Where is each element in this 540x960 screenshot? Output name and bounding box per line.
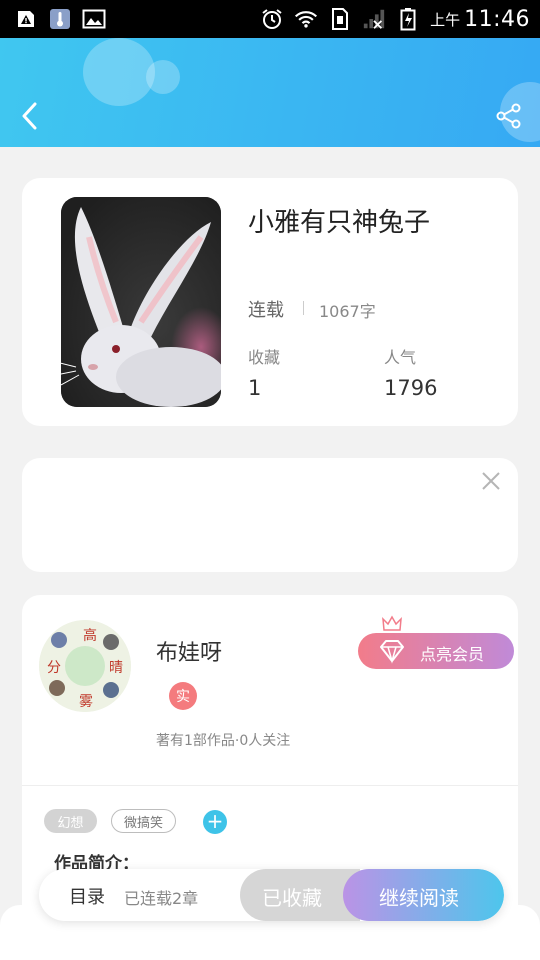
close-button[interactable] [480,470,502,492]
signal-icon [362,7,386,31]
favorites-count: 1 [248,376,262,400]
status-ampm: 上午 [430,10,461,29]
warning-notification-icon [14,7,38,31]
chapter-count: 已连载2章 [124,889,199,908]
share-icon [496,103,521,129]
status-bar: 上午 11:46 [0,0,540,38]
header [0,38,540,147]
author-name[interactable]: 布娃呀 [156,635,222,667]
image-notification-icon [82,7,106,31]
book-status: 连载 [248,300,284,321]
header-bubble-decoration [83,38,155,106]
continue-reading-button[interactable]: 继续阅读 [343,869,504,921]
avatar-char: 分 [47,660,61,676]
vip-label: 点亮会员 [420,645,485,664]
avatar-char: 晴 [109,660,123,676]
back-button[interactable] [14,100,46,132]
avatar-char: 高 [83,627,97,644]
book-info-card: 小雅有只神兔子 连载 1067字 收藏 1 人气 1796 [22,178,518,426]
close-icon [482,472,500,490]
share-button[interactable] [494,100,524,132]
battery-charging-icon [396,7,420,31]
divider [303,301,304,315]
book-cover-image[interactable] [61,197,221,407]
popularity-label: 人气 [384,348,417,367]
book-title: 小雅有只神兔子 [248,208,431,238]
chevron-left-icon [22,102,37,130]
author-meta: 著有1部作品·0人关注 [156,733,291,749]
favorited-button[interactable]: 已收藏 [240,869,360,921]
verified-badge: 实 [169,682,197,710]
avatar-char: 雾 [79,694,93,710]
continue-reading-label: 继续阅读 [379,886,459,910]
diamond-icon [380,640,404,664]
status-time: 11:46 [464,6,530,32]
genre-tag[interactable]: 幻想 [44,809,97,833]
favorited-label: 已收藏 [262,886,322,910]
wifi-icon [294,7,318,31]
toc-label: 目录 [69,887,105,908]
ad-banner-card [22,458,518,572]
alarm-icon [260,7,284,31]
book-word-count: 1067字 [319,302,376,321]
crown-icon [382,615,402,631]
thermometer-app-icon [48,7,72,31]
bottom-action-bar: 目录 已连载2章 已收藏 继续阅读 [39,869,504,921]
add-tag-button[interactable]: + [203,810,227,834]
author-avatar[interactable]: 高 分 晴 雾 [39,620,131,712]
vip-membership-button[interactable]: 点亮会员 [358,615,514,669]
divider [22,785,518,786]
avatar-image-icon: 高 分 晴 雾 [39,620,131,712]
popularity-count: 1796 [384,376,438,400]
genre-tag[interactable]: 微搞笑 [111,809,176,833]
sim-card-icon [328,7,352,31]
header-bubble-decoration [146,60,180,94]
favorites-label: 收藏 [248,348,281,367]
rabbit-illustration-icon [61,197,221,407]
table-of-contents-button[interactable]: 目录 已连载2章 [39,869,239,921]
